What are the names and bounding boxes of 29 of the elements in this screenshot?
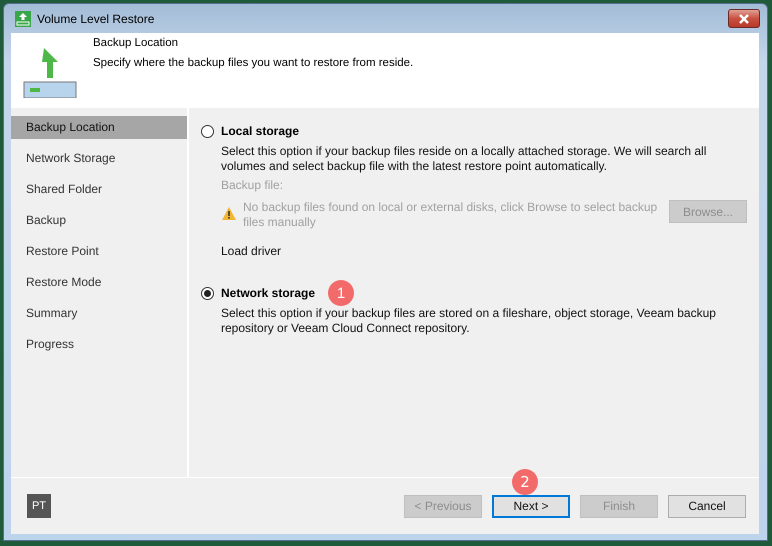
- option-description: Select this option if your backup files reside on a locally attached storage. We will search all volumes and select backup file with the latest restore point automatically.: [221, 144, 708, 174]
- wizard-step[interactable]: Network Storage: [11, 147, 187, 170]
- page-subtitle: Specify where the backup files you want to restore from reside.: [93, 57, 414, 69]
- close-icon: [738, 14, 750, 24]
- wizard-step[interactable]: Shared Folder: [11, 178, 187, 201]
- wizard-button[interactable]: Next >: [492, 494, 570, 518]
- page-title: Backup Location: [93, 37, 180, 49]
- wizard-step[interactable]: Backup Location: [11, 116, 187, 139]
- field-label: Backup file:: [221, 178, 284, 192]
- close-button[interactable]: [728, 9, 760, 28]
- warning-text: No backup files found on local or external disks, click Browse to select backup files manually: [243, 200, 658, 230]
- wizard-step[interactable]: Backup: [11, 209, 187, 232]
- wizard-step[interactable]: Restore Point: [11, 240, 187, 263]
- warning-icon: [221, 206, 237, 221]
- option-label[interactable]: Local storage: [221, 124, 300, 138]
- radio-button[interactable]: [201, 286, 214, 300]
- radio-button[interactable]: [201, 124, 214, 138]
- step-marker: 1: [328, 280, 354, 306]
- step-marker: 2: [512, 468, 538, 494]
- app-icon: [15, 10, 31, 26]
- wizard-step[interactable]: Summary: [11, 302, 187, 325]
- wizard-step[interactable]: Progress: [11, 333, 187, 356]
- option-description: Select this option if your backup files are stored on a fileshare, object storage, Veeam backup repository or Veeam Cloud Connect repository.: [221, 306, 717, 336]
- wizard-step[interactable]: Restore Mode: [11, 271, 187, 294]
- wizard-button[interactable]: Cancel: [668, 494, 746, 518]
- option-label[interactable]: Network storage: [221, 286, 316, 300]
- load-driver-link[interactable]: Load driver: [221, 244, 282, 258]
- user-avatar: PT: [27, 494, 51, 518]
- window-title: Volume Level Restore: [37, 12, 154, 26]
